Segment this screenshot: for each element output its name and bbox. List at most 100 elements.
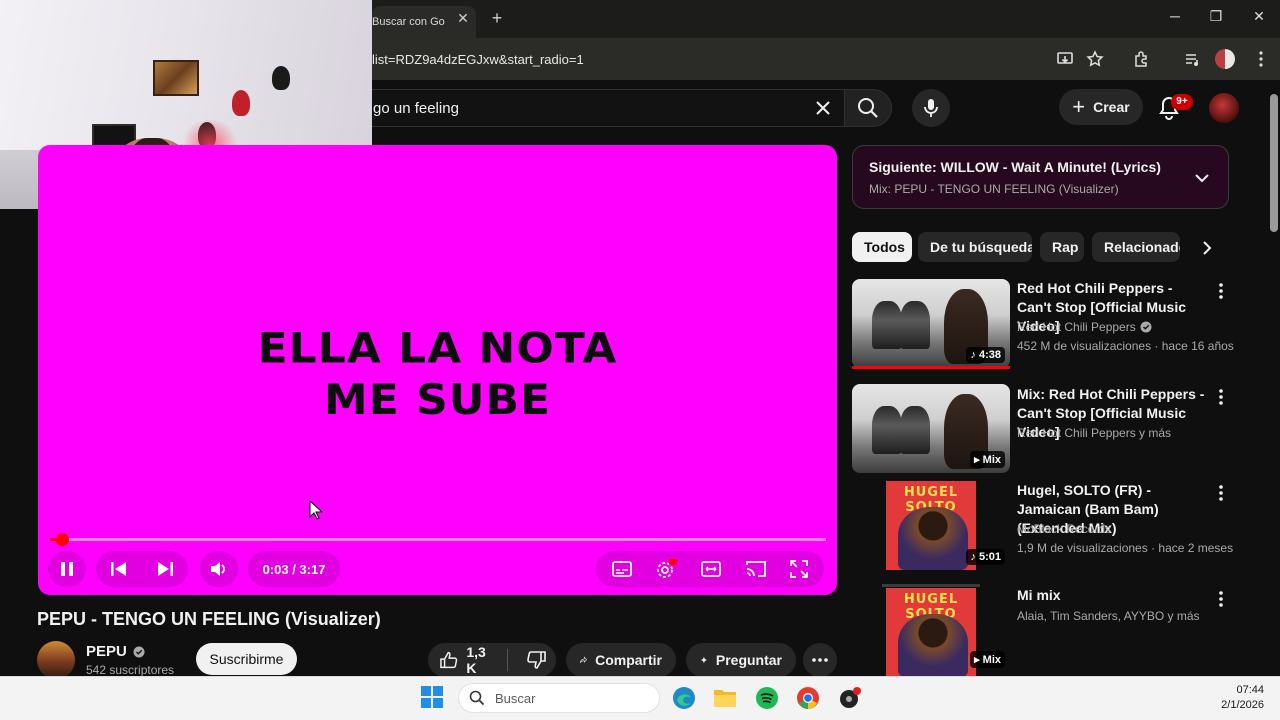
minimize-icon[interactable]: ─ — [1163, 8, 1187, 30]
video-thumbnail[interactable]: HUGEL SOLTO ▸ Mix — [852, 584, 1010, 676]
progress-scrubber[interactable] — [56, 533, 70, 546]
bookmark-star-icon[interactable] — [1084, 48, 1106, 70]
chip-rap[interactable]: Rap — [1040, 232, 1084, 262]
dislike-button[interactable] — [516, 651, 556, 669]
window-close-icon[interactable]: ✕ — [1247, 8, 1271, 30]
more-vertical-icon[interactable] — [1213, 588, 1229, 610]
mouse-cursor-icon — [309, 499, 324, 520]
thumb-figure — [898, 507, 968, 570]
channel-name[interactable]: PEPU — [86, 643, 127, 660]
restore-icon[interactable]: ❐ — [1204, 8, 1228, 30]
next-icon[interactable] — [156, 561, 174, 577]
thumb-figure — [872, 301, 902, 349]
app-icon[interactable] — [837, 685, 863, 711]
more-vertical-icon[interactable] — [1213, 482, 1229, 504]
create-button[interactable]: + Crear — [1059, 89, 1143, 125]
sparkle-icon — [700, 656, 708, 664]
extensions-icon[interactable] — [1131, 48, 1153, 70]
subscriber-count: 542 suscriptores — [86, 663, 175, 677]
scrollbar-thumb[interactable] — [1270, 94, 1278, 232]
more-actions-button[interactable] — [803, 643, 837, 677]
recommendation-channel-row: Red Hot Chili Peppers — [1017, 320, 1152, 334]
stack-edge — [882, 584, 980, 587]
subtitles-icon[interactable] — [611, 561, 632, 577]
thumb-artwork: HUGEL SOLTO — [886, 588, 976, 676]
thumbs-up-icon — [440, 651, 458, 669]
recommendation-channel[interactable]: Red Hot Chili Peppers y más — [1017, 426, 1171, 440]
file-explorer-icon[interactable] — [712, 685, 738, 711]
address-bar[interactable]: list=RDZ9a4dzEGJxw&start_radio=1 — [360, 44, 1060, 74]
chrome-icon[interactable] — [795, 685, 821, 711]
voice-search-button[interactable] — [912, 89, 950, 127]
hanging-cap — [232, 90, 250, 116]
install-app-icon[interactable] — [1054, 48, 1076, 70]
share-icon — [580, 656, 588, 663]
search-input[interactable]: go un feeling — [360, 89, 844, 127]
channel-avatar[interactable] — [37, 641, 75, 679]
right-controls — [596, 551, 824, 587]
fullscreen-icon[interactable] — [790, 560, 809, 578]
browser-tab-title: Buscar con Go — [372, 16, 445, 28]
thumb-figure — [900, 301, 930, 349]
account-avatar[interactable] — [1209, 93, 1239, 123]
chip-relacionados[interactable]: Relacionados — [1092, 232, 1180, 262]
tab-close-icon[interactable]: ✕ — [456, 10, 470, 28]
ask-button[interactable]: Preguntar — [686, 643, 796, 677]
lyric-line-1: ELLA LA NOTA — [257, 324, 618, 374]
volume-icon — [211, 562, 225, 576]
chip-todos[interactable]: Todos — [852, 232, 912, 262]
video-thumbnail[interactable]: ▸ Mix — [852, 384, 1010, 473]
recommendation-channel[interactable]: MoBlack Records — [1017, 522, 1111, 536]
share-label: Compartir — [595, 652, 662, 668]
taskbar-search-input[interactable]: Buscar — [458, 683, 660, 713]
spotify-icon[interactable] — [754, 685, 780, 711]
settings-gear-icon[interactable] — [655, 559, 678, 579]
chevron-down-icon[interactable] — [1192, 168, 1212, 188]
clear-search-icon[interactable] — [810, 96, 836, 120]
thumb-figure — [872, 406, 902, 454]
video-thumbnail[interactable]: ♪ 4:38 — [852, 279, 1010, 368]
video-player[interactable]: ELLA LA NOTA ME SUBE 0:03 / 3:17 — [38, 145, 837, 595]
search-query: go un feeling — [373, 99, 459, 117]
clock-date: 2/1/2026 — [1221, 699, 1264, 711]
thumb-figure — [898, 614, 968, 676]
like-button[interactable]: 1,3 K — [428, 644, 508, 676]
new-tab-icon[interactable]: + — [488, 8, 506, 28]
progress-bar[interactable] — [50, 533, 826, 546]
verified-icon — [1140, 321, 1152, 333]
chevron-right-icon[interactable] — [1195, 236, 1219, 260]
volume-button[interactable] — [200, 551, 238, 587]
browser-menu-icon[interactable] — [1250, 48, 1272, 70]
taskbar-clock[interactable]: 07:44 2/1/2026 — [1208, 683, 1264, 713]
windows-start-icon[interactable] — [421, 686, 443, 708]
up-next-panel[interactable]: Siguiente: WILLOW - Wait A Minute! (Lyri… — [852, 145, 1229, 209]
share-button[interactable]: Compartir — [566, 643, 676, 677]
duration-badge: ♪ 4:38 — [966, 347, 1005, 363]
edge-browser-icon[interactable] — [671, 685, 697, 711]
pause-icon — [61, 562, 73, 576]
cast-icon[interactable] — [745, 560, 767, 578]
page-scrollbar[interactable] — [1268, 80, 1280, 676]
previous-icon[interactable] — [110, 561, 128, 577]
up-next-title: Siguiente: WILLOW - Wait A Minute! (Lyri… — [869, 159, 1161, 175]
notification-badge: 9+ — [1171, 94, 1193, 110]
profile-icon[interactable] — [1214, 48, 1236, 70]
recommendation-channel[interactable]: Alaia, Tim Sanders, AYYBO y más — [1017, 609, 1200, 623]
video-thumbnail[interactable]: HUGEL SOLTO ♪ 5:01 — [852, 481, 1010, 570]
pause-button[interactable] — [48, 551, 86, 587]
more-vertical-icon[interactable] — [1213, 386, 1229, 408]
recommendation-title[interactable]: Mi mix — [1017, 586, 1207, 605]
theater-mode-icon[interactable] — [701, 561, 721, 577]
media-controls-icon[interactable] — [1181, 48, 1203, 70]
watched-progress-bar — [852, 366, 1010, 369]
mix-badge: ▸ Mix — [970, 651, 1005, 668]
recommendation-channel[interactable]: Red Hot Chili Peppers — [1017, 320, 1136, 334]
hanging-cap — [272, 66, 290, 90]
subscribe-button[interactable]: Suscribirme — [196, 643, 297, 675]
thumbs-down-icon — [527, 651, 546, 669]
ask-label: Preguntar — [715, 652, 782, 668]
search-button[interactable] — [844, 89, 892, 127]
chip-de-tu-busqueda[interactable]: De tu búsqueda — [918, 232, 1032, 262]
more-vertical-icon[interactable] — [1213, 280, 1229, 302]
channel-name-row[interactable]: PEPU — [86, 643, 145, 660]
